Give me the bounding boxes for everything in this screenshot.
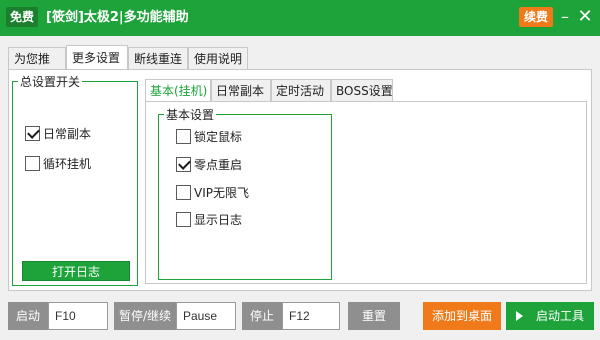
checkbox-midnight-restart[interactable]: 零点重启: [176, 156, 296, 174]
checkbox-label: VIP无限飞: [194, 186, 249, 200]
start-hotkey-label: 启动: [8, 302, 48, 330]
checkbox-show-log[interactable]: 显示日志: [176, 211, 296, 229]
checkbox-checked-icon[interactable]: [25, 126, 40, 141]
open-log-button[interactable]: 打开日志: [22, 261, 130, 281]
general-switch-group: [12, 81, 138, 286]
checkbox-loop-idle[interactable]: 循环挂机: [25, 155, 125, 173]
pause-hotkey-label: 暂停/继续: [114, 302, 176, 330]
free-badge: 免费: [6, 7, 39, 27]
tab-instructions[interactable]: 使用说明: [188, 47, 248, 69]
general-switch-group-label: 总设置开关: [18, 73, 83, 90]
minimize-icon[interactable]: –: [556, 6, 574, 28]
basic-settings-group-label: 基本设置: [164, 106, 217, 123]
checkbox-label: 循环挂机: [43, 157, 92, 171]
stop-hotkey-label: 停止: [242, 302, 282, 330]
subtab-daily-dungeon[interactable]: 日常副本: [211, 79, 271, 101]
checkbox-lock-mouse[interactable]: 锁定鼠标: [176, 128, 296, 146]
title-bar: 免费 [筱剑]太极2|多功能辅助 续费 – ✕: [0, 0, 600, 36]
start-hotkey-field[interactable]: [48, 302, 108, 330]
stop-hotkey-field[interactable]: [282, 302, 340, 330]
checkbox-unchecked-icon[interactable]: [176, 212, 191, 227]
close-icon[interactable]: ✕: [576, 6, 594, 28]
subtab-boss-settings[interactable]: BOSS设置: [331, 79, 393, 101]
start-tool-button[interactable]: 启动工具: [506, 302, 594, 330]
checkbox-unchecked-icon[interactable]: [176, 185, 191, 200]
checkbox-label: 显示日志: [194, 213, 243, 227]
play-icon: [516, 311, 523, 321]
checkbox-unchecked-icon[interactable]: [176, 129, 191, 144]
subtab-timed-events[interactable]: 定时活动: [271, 79, 331, 101]
tab-more-settings[interactable]: 更多设置: [66, 45, 128, 69]
renew-button[interactable]: 续费: [519, 7, 553, 27]
app-title: [筱剑]太极2|多功能辅助: [46, 10, 189, 25]
add-to-desktop-button[interactable]: 添加到桌面: [423, 302, 501, 330]
pause-hotkey-field[interactable]: [176, 302, 236, 330]
tab-recommend[interactable]: 为您推荐: [8, 47, 66, 88]
reset-button[interactable]: 重置: [348, 302, 400, 330]
checkbox-vip-unlimited-fly[interactable]: VIP无限飞: [176, 184, 296, 202]
tab-reconnect[interactable]: 断线重连: [128, 47, 188, 69]
start-tool-label: 启动工具: [536, 309, 585, 323]
subtab-basic-idle[interactable]: 基本(挂机): [145, 79, 211, 101]
checkbox-unchecked-icon[interactable]: [25, 156, 40, 171]
checkbox-label: 锁定鼠标: [194, 130, 243, 144]
checkbox-label: 零点重启: [194, 158, 243, 172]
checkbox-daily-dungeon[interactable]: 日常副本: [25, 125, 125, 143]
checkbox-checked-icon[interactable]: [176, 157, 191, 172]
checkbox-label: 日常副本: [43, 127, 92, 141]
